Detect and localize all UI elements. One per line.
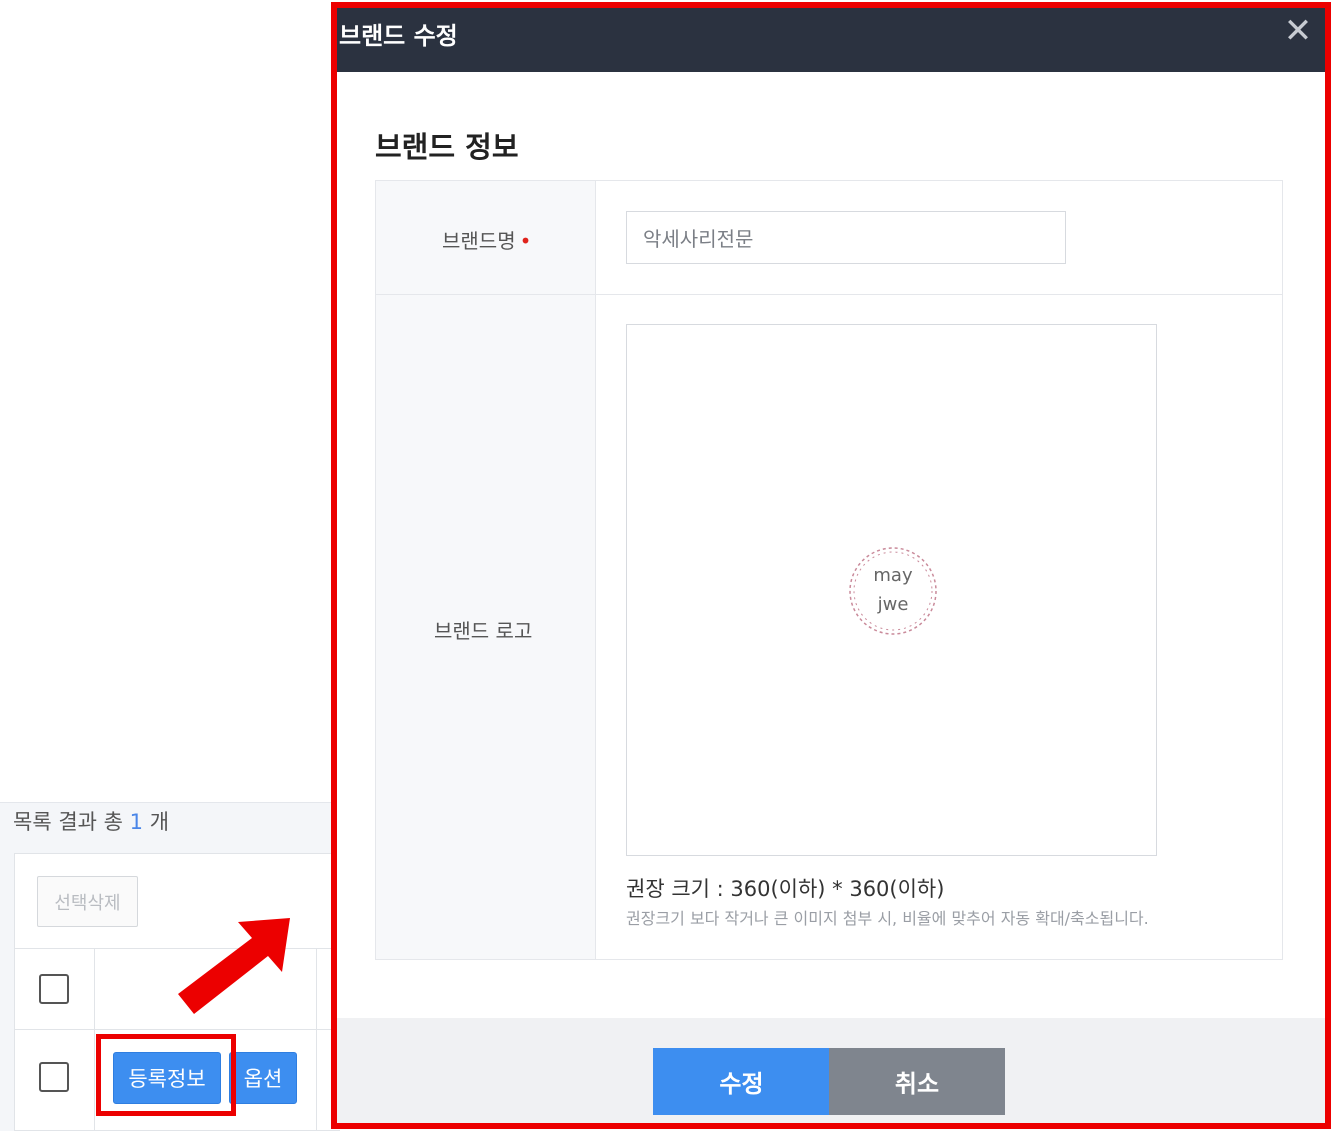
row-divider — [376, 294, 1282, 295]
row-checkbox[interactable] — [39, 1062, 69, 1092]
table-divider — [316, 948, 317, 1131]
brand-logo-image: may jwe — [849, 547, 937, 635]
list-summary-suffix: 개 — [149, 810, 170, 834]
brand-logo-label: 브랜드 로고 — [434, 619, 533, 643]
highlight-box — [96, 1034, 236, 1116]
brand-edit-modal: 브랜드 수정 ✕ 브랜드 정보 브랜드명 • 악세사리전문 브랜드 로고 may … — [337, 8, 1325, 1123]
select-all-checkbox[interactable] — [39, 974, 69, 1004]
modal-title: 브랜드 수정 — [339, 22, 458, 50]
table-divider — [94, 948, 95, 1131]
list-summary-count: 1 — [129, 810, 144, 834]
modal-header: 브랜드 수정 ✕ — [337, 8, 1325, 72]
option-button[interactable]: 옵션 — [229, 1052, 297, 1104]
section-title: 브랜드 정보 — [375, 130, 519, 164]
label-column — [376, 181, 596, 959]
size-notice-text: 권장크기 보다 작거나 큰 이미지 첨부 시, 비율에 맞추어 자동 확대/축소… — [626, 909, 1149, 928]
brand-name-label-text: 브랜드명 — [442, 229, 516, 253]
list-summary: 목록 결과 총 1 개 — [13, 806, 169, 836]
delete-selected-button[interactable]: 선택삭제 — [37, 876, 138, 927]
list-summary-prefix: 목록 결과 총 — [13, 810, 123, 834]
logo-upload-area[interactable]: may jwe — [626, 324, 1157, 856]
brand-name-input[interactable]: 악세사리전문 — [626, 211, 1066, 264]
close-icon[interactable]: ✕ — [1281, 14, 1315, 48]
arrow-icon — [178, 918, 290, 1014]
logo-text-line2: jwe — [877, 594, 909, 615]
brand-form: 브랜드명 • 악세사리전문 브랜드 로고 may jwe 권장 크기 : 360(… — [375, 180, 1283, 960]
recommended-size-text: 권장 크기 : 360(이하) * 360(이하) — [626, 877, 945, 901]
brand-name-label: 브랜드명 • — [442, 225, 531, 254]
cancel-button[interactable]: 취소 — [829, 1048, 1005, 1115]
logo-text-line1: may — [873, 565, 913, 586]
required-mark: • — [519, 229, 532, 253]
submit-button[interactable]: 수정 — [653, 1048, 830, 1115]
